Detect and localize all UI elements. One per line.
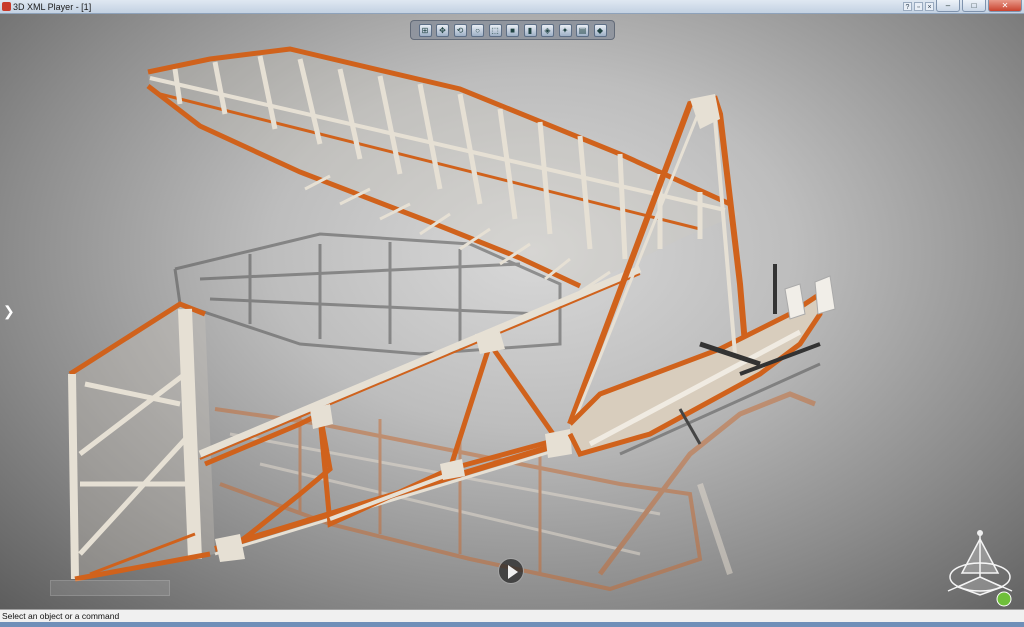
title-bar: 3D XML Player - [1] ? ▫ × – □ ✕ — [0, 0, 1024, 14]
expand-panel-arrow-icon[interactable]: ❯ — [3, 304, 15, 318]
view-toolbar: ⊞ ✥ ⟲ ○ ⬚ ■ ▮ ◈ ✦ ▤ ◆ — [410, 20, 615, 40]
annotation-icon[interactable]: ◆ — [593, 23, 607, 37]
navigation-compass[interactable] — [940, 529, 1020, 607]
play-button[interactable] — [498, 558, 524, 584]
status-bar: Select an object or a command — [0, 609, 1024, 622]
app-icon — [2, 2, 11, 11]
shading-icon[interactable]: ▮ — [523, 23, 537, 37]
status-text: Select an object or a command — [2, 611, 120, 621]
view-mode-icon[interactable]: ■ — [506, 23, 519, 37]
hide-show-icon[interactable]: ◈ — [541, 23, 554, 37]
close-button[interactable]: ✕ — [988, 0, 1022, 12]
normal-view-icon[interactable]: ⬚ — [488, 23, 502, 37]
section-icon[interactable]: ▤ — [576, 23, 589, 37]
fit-all-icon[interactable]: ⊞ — [418, 23, 432, 37]
rotate-icon[interactable]: ⟲ — [453, 23, 467, 37]
window-controls: ? ▫ × – □ ✕ — [903, 0, 1022, 12]
close-doc-icon[interactable]: × — [925, 2, 934, 11]
minimize-button[interactable]: – — [936, 0, 960, 12]
overlay-hint-box — [50, 580, 170, 596]
measure-icon[interactable]: ✦ — [558, 23, 572, 37]
restore-doc-icon[interactable]: ▫ — [914, 2, 923, 11]
zoom-icon[interactable]: ○ — [471, 23, 484, 37]
compass-badge-icon — [996, 591, 1012, 607]
pan-icon[interactable]: ✥ — [436, 23, 449, 37]
maximize-button[interactable]: □ — [962, 0, 986, 12]
play-icon — [508, 565, 518, 579]
airframe-model[interactable] — [0, 14, 1024, 609]
tail-fin — [68, 301, 215, 582]
window-title: 3D XML Player - [1] — [13, 2, 92, 12]
3d-viewport[interactable]: ⊞ ✥ ⟲ ○ ⬚ ■ ▮ ◈ ✦ ▤ ◆ ❯ — [0, 14, 1024, 609]
taskbar-strip — [0, 622, 1024, 627]
help-icon[interactable]: ? — [903, 2, 912, 11]
